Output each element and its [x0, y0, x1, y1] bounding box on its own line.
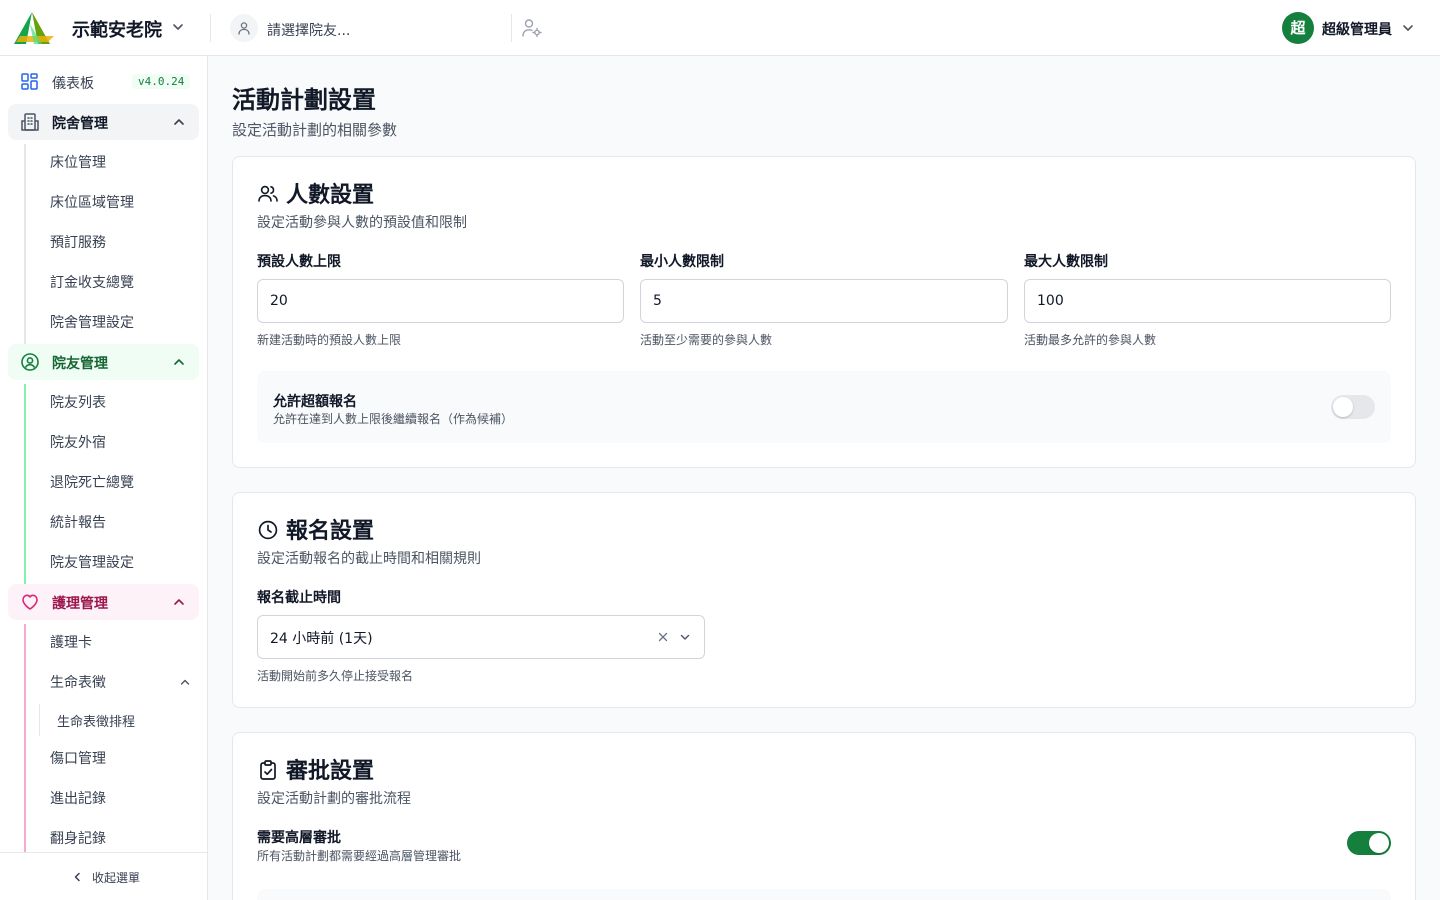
- card-title: 報名設置: [286, 519, 375, 544]
- field-help: 新建活動時的預設人數上限: [257, 333, 402, 347]
- sidebar-group-nursing[interactable]: 護理管理: [8, 584, 199, 620]
- avatar: 超: [1282, 12, 1314, 44]
- sidebar-item-bed-zones[interactable]: 床位區域管理: [50, 192, 134, 212]
- sidebar-item-resident-settings[interactable]: 院友管理設定: [50, 552, 134, 572]
- sidebar-item-vital-signs[interactable]: 生命表徵: [50, 672, 106, 692]
- next-setting-row: [257, 889, 1391, 900]
- card-title: 人數設置: [286, 183, 375, 208]
- card-subtitle: 設定活動計劃的審批流程: [257, 791, 411, 807]
- field-help: 活動開始前多久停止接受報名: [257, 669, 414, 683]
- sidebar-item-deposit-overview[interactable]: 訂金收支總覽: [50, 272, 134, 292]
- user-menu[interactable]: 超 超級管理員: [1282, 12, 1422, 44]
- collapse-label: 收起選單: [92, 871, 141, 885]
- sidebar-group-facility[interactable]: 院舍管理: [8, 104, 199, 140]
- field-help: 活動最多允許的參與人數: [1024, 333, 1157, 347]
- field-help: 活動至少需要的參與人數: [640, 333, 773, 347]
- sidebar-item-care-card[interactable]: 護理卡: [50, 632, 92, 652]
- deadline-label: 報名截止時間: [257, 590, 341, 606]
- sidebar-item-dashboard[interactable]: 儀表板 v4.0.24: [8, 64, 199, 100]
- registration-settings-card: 報名設置 設定活動報名的截止時間和相關規則 報名截止時間 24 小時前 (1天)…: [232, 492, 1416, 708]
- card-subtitle: 設定活動報名的截止時間和相關規則: [257, 551, 481, 567]
- page-subtitle: 設定活動計劃的相關參數: [232, 121, 398, 139]
- clipboard-check-icon: [260, 760, 276, 780]
- heart-icon: [22, 594, 38, 610]
- submenu-line: [24, 624, 26, 864]
- user-settings-icon[interactable]: [521, 17, 543, 39]
- card-title: 審批設置: [286, 759, 375, 784]
- senior-approval-title: 需要高層審批: [257, 830, 341, 846]
- default-capacity-label: 預設人數上限: [257, 254, 341, 270]
- chevron-down-icon[interactable]: [678, 630, 692, 644]
- max-participants-label: 最大人數限制: [1024, 254, 1108, 270]
- submenu-line: [39, 704, 40, 736]
- sidebar-group-label: 護理管理: [52, 596, 108, 612]
- sidebar-group-label: 院舍管理: [52, 116, 108, 132]
- overbook-setting: 允許超額報名 允許在達到人數上限後繼續報名（作為候補）: [257, 371, 1391, 443]
- app-logo[interactable]: [12, 10, 56, 46]
- sidebar-item-turning-log[interactable]: 翻身記錄: [50, 828, 106, 848]
- headcount-settings-card: 人數設置 設定活動參與人數的預設值和限制 預設人數上限 新建活動時的預設人數上限…: [232, 156, 1416, 468]
- sidebar-item-bed-management[interactable]: 床位管理: [50, 152, 106, 172]
- submenu-line: [24, 144, 26, 344]
- top-bar: 示範安老院 請選擇院友... 超 超級管理員: [0, 0, 1440, 56]
- chevron-up-icon: [174, 599, 184, 605]
- card-subtitle: 設定活動參與人數的預設值和限制: [257, 215, 467, 231]
- sidebar-group-label: 院友管理: [52, 356, 108, 372]
- user-icon: [230, 14, 258, 42]
- users-icon: [258, 185, 278, 202]
- page-title: 活動計劃設置: [232, 86, 376, 114]
- chevron-down-icon[interactable]: [1400, 20, 1416, 36]
- chevron-up-icon: [174, 119, 184, 125]
- resident-select[interactable]: 請選擇院友...: [230, 12, 510, 44]
- sidebar: 儀表板 v4.0.24 院舍管理 床位管理 床位區域管理 預訂服務 訂金收支總覽…: [0, 56, 208, 900]
- sidebar-item-stats-report[interactable]: 統計報告: [50, 512, 106, 532]
- overbook-desc: 允許在達到人數上限後繼續報名（作為候補）: [273, 412, 514, 426]
- sidebar-item-discharge-overview[interactable]: 退院死亡總覽: [50, 472, 134, 492]
- sidebar-item-resident-list[interactable]: 院友列表: [50, 392, 106, 412]
- collapse-sidebar-button[interactable]: 收起選單: [0, 852, 207, 900]
- org-name[interactable]: 示範安老院: [72, 16, 162, 42]
- divider: [511, 14, 512, 42]
- senior-approval-desc: 所有活動計劃都需要經過高層管理審批: [257, 849, 462, 863]
- default-capacity-input[interactable]: [257, 279, 624, 323]
- divider: [210, 14, 211, 42]
- sidebar-group-residents[interactable]: 院友管理: [8, 344, 199, 380]
- chevron-left-icon: [74, 872, 80, 882]
- senior-approval-toggle[interactable]: [1347, 831, 1391, 855]
- sidebar-item-facility-settings[interactable]: 院舍管理設定: [50, 312, 134, 332]
- dashboard-icon: [21, 73, 38, 90]
- approval-settings-card: 審批設置 設定活動計劃的審批流程 需要高層審批 所有活動計劃都需要經過高層管理審…: [232, 732, 1416, 900]
- deadline-select[interactable]: 24 小時前 (1天): [257, 615, 705, 659]
- chevron-down-icon[interactable]: [170, 19, 186, 35]
- toggle-knob: [1369, 833, 1389, 853]
- chevron-up-icon: [174, 359, 184, 365]
- building-icon: [21, 113, 39, 131]
- sidebar-item-booking[interactable]: 預訂服務: [50, 232, 106, 252]
- clock-icon: [258, 520, 278, 540]
- overbook-title: 允許超額報名: [273, 394, 357, 410]
- version-badge: v4.0.24: [132, 74, 191, 89]
- min-participants-label: 最小人數限制: [640, 254, 724, 270]
- toggle-knob: [1333, 397, 1353, 417]
- clear-icon[interactable]: [656, 630, 670, 644]
- sidebar-item-vital-schedule[interactable]: 生命表徵排程: [57, 711, 135, 730]
- deadline-value: 24 小時前 (1天): [270, 631, 373, 647]
- sidebar-item-entry-exit-log[interactable]: 進出記錄: [50, 788, 106, 808]
- min-participants-input[interactable]: [640, 279, 1008, 323]
- overbook-toggle[interactable]: [1331, 395, 1375, 419]
- user-name: 超級管理員: [1322, 22, 1392, 38]
- submenu-line: [24, 384, 26, 584]
- sidebar-item-wound-management[interactable]: 傷口管理: [50, 748, 106, 768]
- user-circle-icon: [21, 353, 39, 371]
- resident-select-placeholder: 請選擇院友...: [267, 23, 351, 39]
- sidebar-item-label: 儀表板: [52, 76, 94, 92]
- chevron-up-icon[interactable]: [178, 675, 192, 689]
- max-participants-input[interactable]: [1024, 279, 1391, 323]
- sidebar-item-resident-leave[interactable]: 院友外宿: [50, 432, 106, 452]
